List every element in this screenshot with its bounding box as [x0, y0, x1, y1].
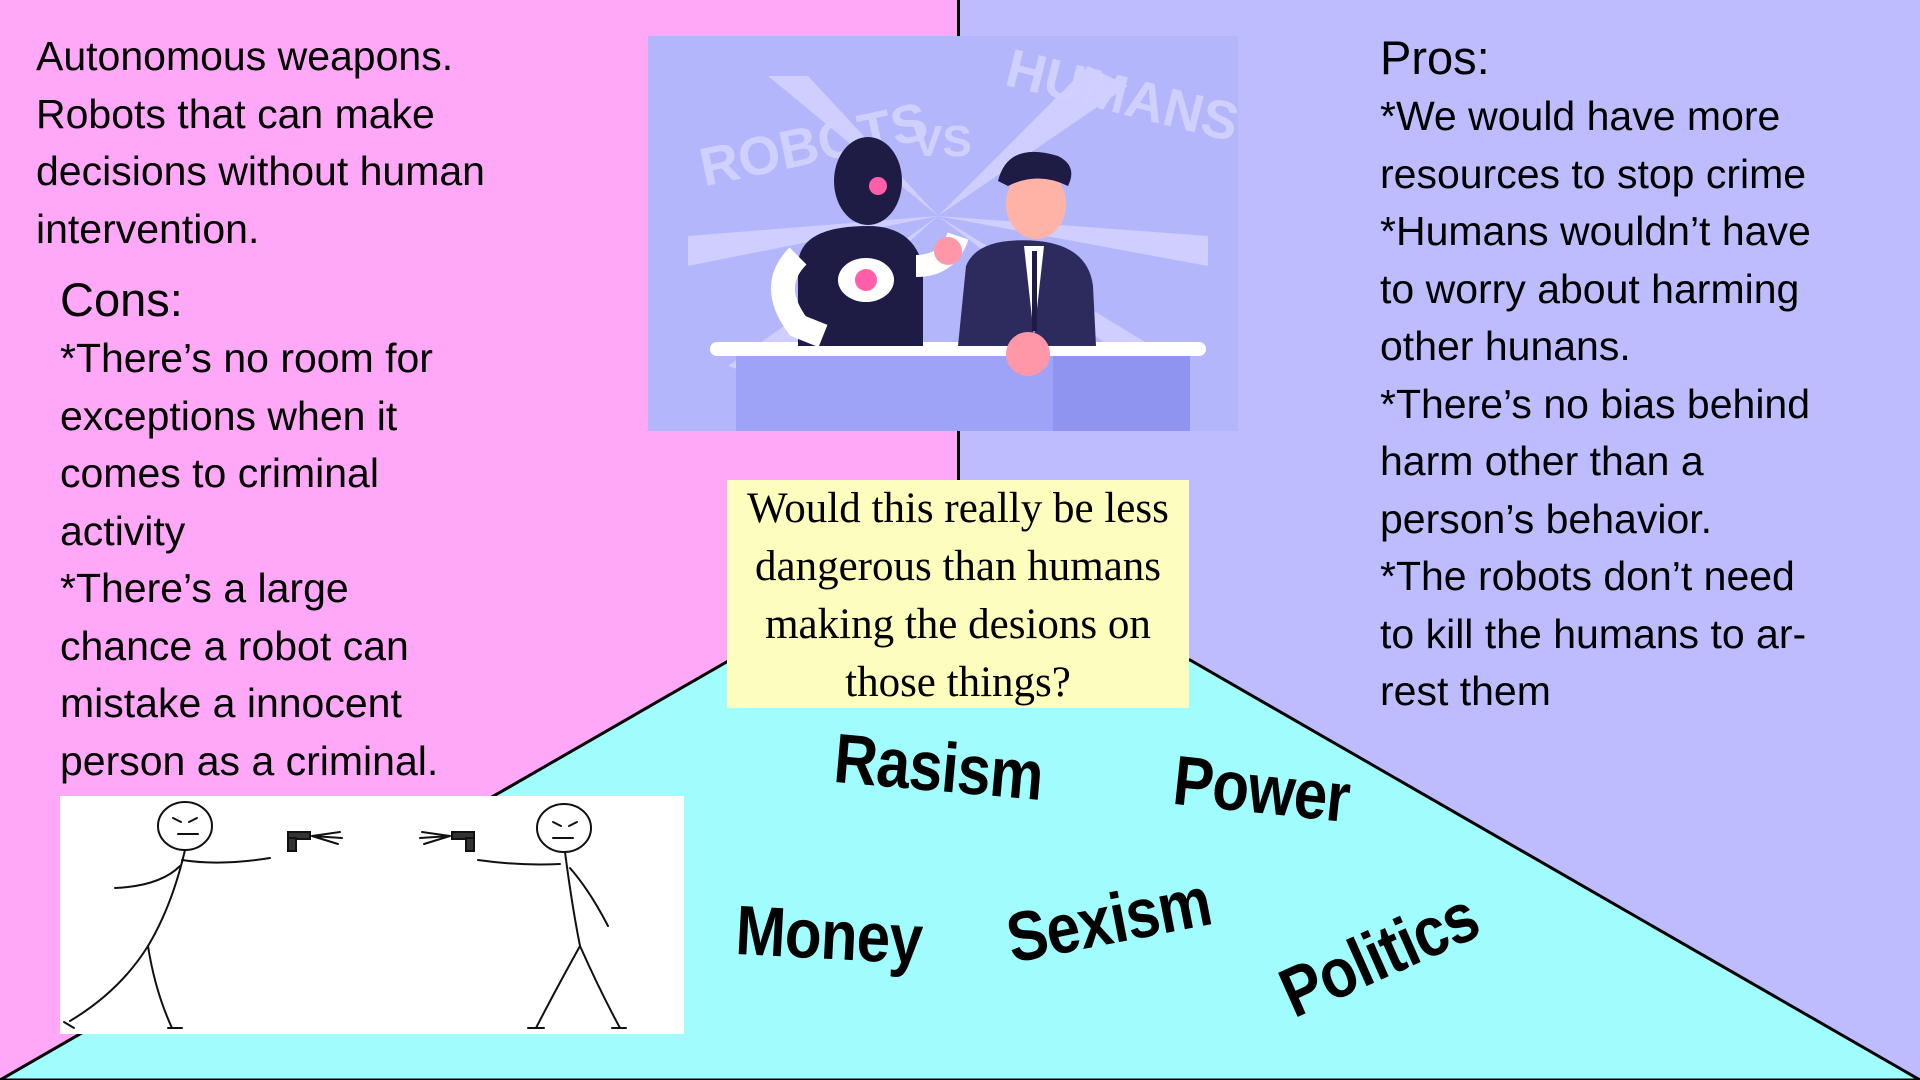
intro-line: decisions without human: [36, 148, 485, 194]
pros-line: resources to stop crime: [1380, 150, 1807, 197]
cons-line: *There’s no room for: [60, 335, 433, 381]
question-line: dangerous than humans: [754, 543, 1162, 590]
intro-text: Autonomous weapons. Robots that can make…: [36, 28, 596, 258]
pros-line: *The robots don’t need: [1380, 553, 1795, 599]
question-line: Would this really be less: [747, 485, 1169, 532]
intro-line: intervention.: [36, 205, 260, 252]
robot-vs-human-illustration: ROBOTS VS HUMANS: [648, 36, 1238, 431]
pros-section: Pros: *We would have more resources to s…: [1380, 28, 1900, 721]
cons-line: mistake a innocent: [60, 680, 402, 726]
question-line: those things?: [845, 659, 1071, 706]
pros-line: to worry about harming: [1380, 265, 1800, 312]
intro-line: Robots that can make: [36, 90, 435, 137]
cons-line: chance a robot can: [60, 622, 409, 669]
question-line: making the desions on: [765, 601, 1151, 648]
keyword-money: Money: [733, 890, 925, 979]
pros-line: person’s behavior.: [1380, 495, 1713, 542]
intro-line: Autonomous weapons.: [36, 33, 454, 79]
pros-heading: Pros:: [1380, 31, 1490, 84]
pros-line: *Humans wouldn’t have: [1380, 208, 1811, 254]
pros-line: other hunans.: [1380, 323, 1631, 369]
cons-heading: Cons:: [60, 273, 183, 326]
cons-line: activity: [60, 507, 186, 554]
cons-line: *There’s a large: [60, 565, 349, 611]
pros-line: *There’s no bias behind: [1380, 380, 1811, 427]
cons-line: comes to criminal: [60, 450, 379, 496]
pros-line: *We would have more: [1380, 93, 1781, 139]
cons-section: Cons: *There’s no room for exceptions wh…: [60, 270, 530, 790]
cons-line: exceptions when it: [60, 392, 398, 439]
cons-line: person as a criminal.: [60, 737, 439, 784]
stick-figure-duel-illustration: [60, 796, 684, 1034]
pros-line: harm other than a: [1380, 438, 1704, 484]
question-box: Would this really be less dangerous than…: [727, 480, 1189, 708]
pros-line: rest them: [1380, 668, 1551, 714]
pros-line: to kill the humans to ar-: [1380, 610, 1807, 657]
illustration-vs-text: VS: [913, 117, 972, 166]
